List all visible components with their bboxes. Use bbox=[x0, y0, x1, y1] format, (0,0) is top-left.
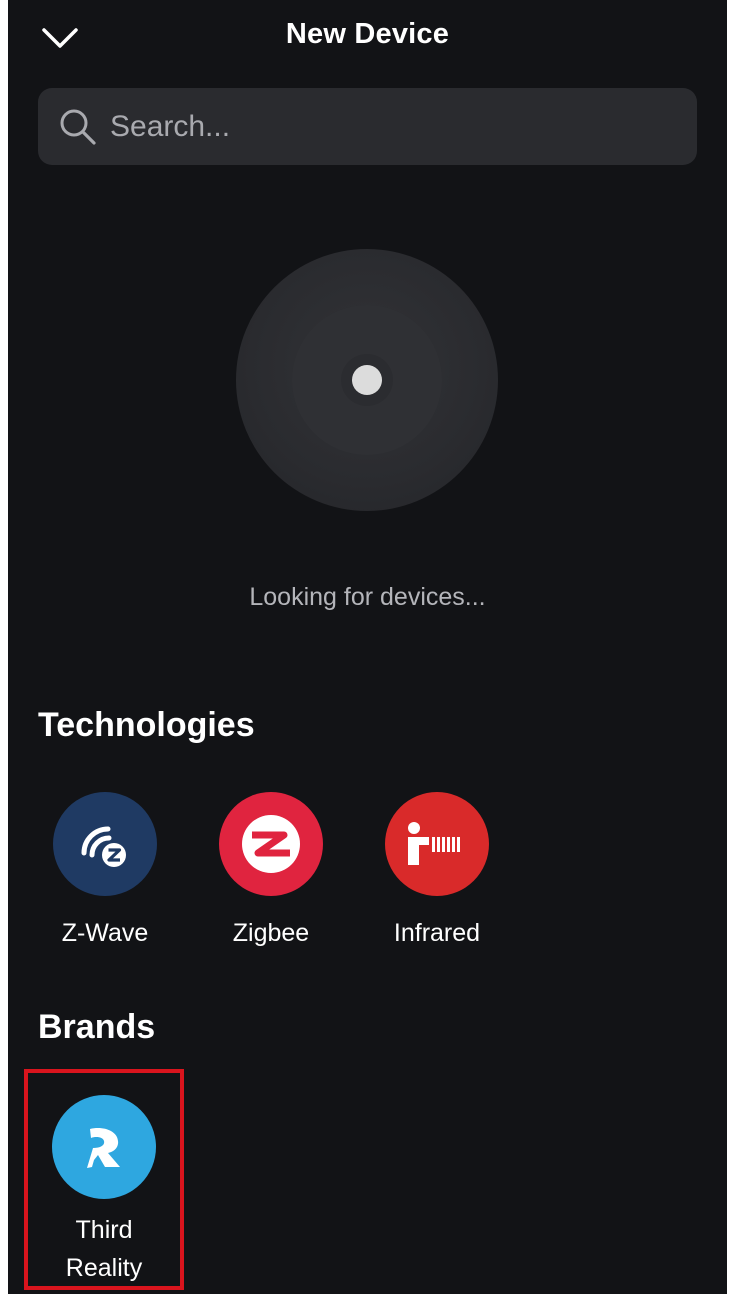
brand-tile-third-reality[interactable]: Third Reality bbox=[24, 1069, 184, 1290]
third-reality-logo-icon bbox=[52, 1095, 156, 1199]
technology-tile-zwave[interactable]: Z-Wave bbox=[30, 792, 180, 952]
infrared-icon bbox=[385, 792, 489, 896]
zigbee-icon bbox=[219, 792, 323, 896]
technologies-heading: Technologies bbox=[38, 706, 255, 744]
technology-label: Infrared bbox=[393, 919, 481, 947]
header: New Device bbox=[8, 0, 727, 76]
scanning-animation bbox=[236, 249, 498, 511]
technology-tile-infrared[interactable]: Infrared bbox=[362, 792, 512, 952]
search-input[interactable] bbox=[110, 88, 697, 165]
search-bar[interactable] bbox=[38, 88, 697, 165]
zwave-icon bbox=[53, 792, 157, 896]
brands-heading: Brands bbox=[38, 1008, 156, 1046]
technology-label: Z-Wave bbox=[61, 919, 149, 947]
scan-center-dot bbox=[352, 365, 382, 395]
page-title: New Device bbox=[285, 18, 450, 50]
technology-tile-zigbee[interactable]: Zigbee bbox=[196, 792, 346, 952]
new-device-screen: New Device Looking for devices... Techno… bbox=[8, 0, 727, 1294]
brand-label: Third Reality bbox=[65, 1216, 143, 1282]
search-icon bbox=[58, 107, 98, 147]
scan-status-text: Looking for devices... bbox=[249, 583, 486, 611]
technology-label: Zigbee bbox=[232, 919, 310, 947]
